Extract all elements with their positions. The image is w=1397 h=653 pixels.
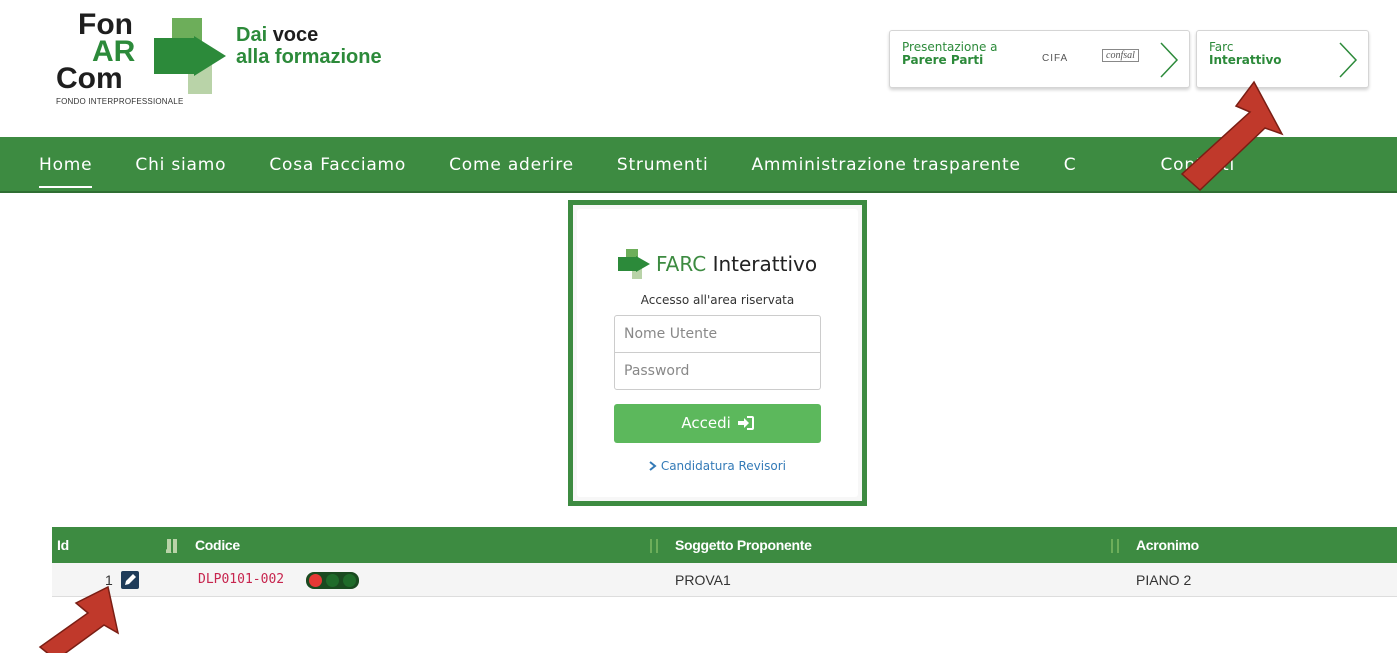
column-header-acronimo[interactable]: Acronimo bbox=[1136, 527, 1199, 563]
farc-line2: Interattivo bbox=[1209, 53, 1282, 67]
tagline-voce: voce bbox=[272, 24, 319, 46]
chevron-right-icon bbox=[1339, 42, 1358, 78]
farc-brand: FARC Interattivo bbox=[618, 249, 828, 281]
logo-text-com: Com bbox=[56, 62, 123, 95]
column-header-id[interactable]: Id bbox=[57, 527, 69, 563]
farc-logo-icon bbox=[618, 249, 650, 279]
nav-item-amministrazione-trasparente[interactable]: Amministrazione trasparente bbox=[751, 155, 1020, 175]
farc-brand-rest: Interattivo bbox=[706, 252, 818, 276]
cell-codice[interactable]: DLP0101-002 bbox=[198, 563, 284, 597]
login-card: FARC Interattivo Accesso all'area riserv… bbox=[577, 209, 858, 497]
sort-icon[interactable] bbox=[1109, 539, 1121, 553]
login-panel: FARC Interattivo Accesso all'area riserv… bbox=[568, 200, 867, 506]
confsal-logo: confsal bbox=[1102, 49, 1139, 62]
nav-item-strumenti[interactable]: Strumenti bbox=[617, 155, 709, 175]
nav-item-come-aderire[interactable]: Come aderire bbox=[449, 155, 574, 175]
nav-item-c[interactable]: C bbox=[1064, 155, 1077, 175]
nav-item-chi-siamo[interactable]: Chi siamo bbox=[135, 155, 226, 175]
nav-item-cosa-facciamo[interactable]: Cosa Facciamo bbox=[269, 155, 406, 175]
column-header-codice[interactable]: Codice bbox=[195, 527, 240, 563]
annotation-arrow-icon bbox=[1180, 80, 1284, 192]
traffic-light-icon bbox=[306, 572, 359, 589]
farc-brand-farc: FARC bbox=[656, 252, 707, 276]
candidatura-label: Candidatura Revisori bbox=[660, 459, 786, 473]
cell-soggetto: PROVA1 bbox=[675, 572, 731, 588]
candidatura-revisori-link[interactable]: Candidatura Revisori bbox=[577, 459, 858, 473]
logo-mark-icon bbox=[154, 18, 226, 94]
annotation-arrow-icon bbox=[38, 585, 120, 653]
chevron-right-icon bbox=[1160, 42, 1179, 78]
table-row[interactable]: 1 DLP0101-002 PROVA1 PIANO 2 bbox=[52, 563, 1397, 597]
cifa-logo: CIFA bbox=[1042, 53, 1069, 64]
table-header: Id Codice Soggetto Proponente Acronimo bbox=[52, 527, 1397, 563]
column-header-soggetto[interactable]: Soggetto Proponente bbox=[675, 527, 812, 563]
password-input[interactable]: Password bbox=[614, 352, 821, 390]
sort-icon[interactable] bbox=[648, 539, 660, 553]
logo-tagline: Dai voce alla formazione bbox=[236, 24, 382, 68]
accedi-label: Accedi bbox=[681, 414, 731, 432]
chevron-right-icon bbox=[649, 461, 657, 471]
tagline-line2: alla formazione bbox=[236, 46, 382, 68]
nav-item-home[interactable]: Home bbox=[39, 155, 93, 188]
logo-subtitle: FONDO INTERPROFESSIONALE bbox=[56, 97, 184, 106]
sort-icon[interactable] bbox=[166, 539, 178, 553]
presentazione-parere-button[interactable]: Presentazione a Parere Parti CIFA confsa… bbox=[889, 30, 1190, 88]
cell-acronimo: PIANO 2 bbox=[1136, 572, 1192, 588]
fonarcom-logo[interactable]: Fon AR Com FONDO INTERPROFESSIONALE Dai … bbox=[56, 10, 416, 110]
login-subtitle: Accesso all'area riservata bbox=[640, 293, 795, 307]
username-input[interactable]: Nome Utente bbox=[614, 315, 821, 353]
parere-line2: Parere Parti bbox=[902, 53, 984, 67]
farc-brand-text: FARC Interattivo bbox=[656, 252, 817, 276]
accedi-button[interactable]: Accedi bbox=[614, 404, 821, 443]
tagline-dai: Dai bbox=[236, 24, 268, 46]
sign-in-icon bbox=[737, 416, 754, 430]
